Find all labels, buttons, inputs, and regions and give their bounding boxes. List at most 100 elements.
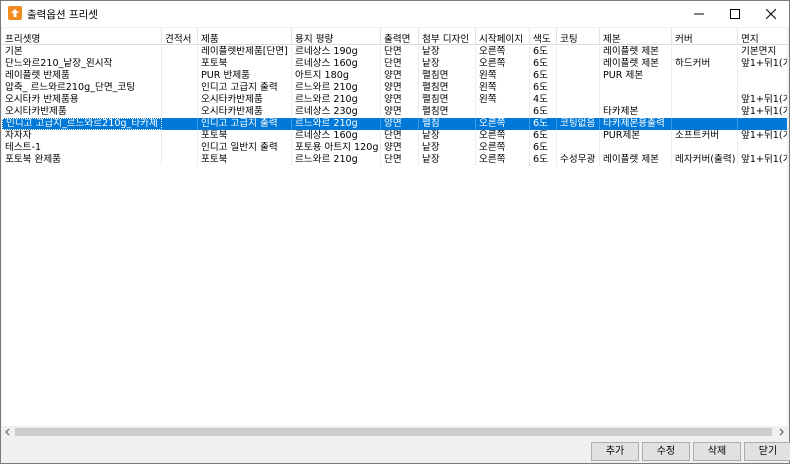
table-cell-endpaper[interactable]: 앞1+뒤1(기 xyxy=(738,94,787,106)
table-cell-coating[interactable] xyxy=(557,58,600,70)
title-bar[interactable]: 출력옵션 프리셋 xyxy=(1,1,789,27)
table-cell-product[interactable]: PUR 반제품 xyxy=(198,70,292,82)
table-cell-color[interactable]: 6도 xyxy=(530,70,557,82)
table-cell-endpaper[interactable]: 앞1+뒤1(기 xyxy=(738,106,787,118)
table-cell-cover[interactable] xyxy=(672,46,738,58)
table-cell-print-side[interactable]: 양면 xyxy=(381,106,419,118)
table-cell-color[interactable]: 6도 xyxy=(530,154,557,166)
table-cell-start-page[interactable]: 왼쪽 xyxy=(476,94,530,106)
table-cell-binding[interactable] xyxy=(600,142,672,154)
table-cell-product[interactable]: 인디고 일반지 출력 xyxy=(198,142,292,154)
edit-button[interactable]: 수정 xyxy=(642,442,690,461)
table-cell-paper-weight[interactable]: 르네상스 190g xyxy=(292,46,381,58)
table-cell-quote[interactable] xyxy=(162,94,198,106)
column-header-print-side[interactable]: 출력면 xyxy=(381,28,419,45)
table-cell-print-side[interactable]: 단면 xyxy=(381,154,419,166)
table-cell-color[interactable]: 4도 xyxy=(530,94,557,106)
table-cell-product[interactable]: 오시타카반제품 xyxy=(198,106,292,118)
table-cell-cover[interactable] xyxy=(672,106,738,118)
table-cell-preset-name[interactable]: 단느와르210_낱장_왼시작 xyxy=(2,58,162,70)
table-cell-attach-design[interactable]: 펼침면 xyxy=(419,106,476,118)
table-cell-binding[interactable] xyxy=(600,82,672,94)
table-cell-paper-weight[interactable]: 르네상스 160g xyxy=(292,130,381,142)
table-cell-quote[interactable] xyxy=(162,46,198,58)
table-cell-coating[interactable] xyxy=(557,94,600,106)
minimize-button[interactable] xyxy=(681,1,717,27)
table-row[interactable]: 오시타카 반제품용 오시타카반제품 르느와르 210g 양면 펼침면 왼쪽 4도 앞1+뒤1(… xyxy=(2,94,787,106)
table-cell-paper-weight[interactable]: 르네상스 230g xyxy=(292,106,381,118)
table-cell-binding[interactable]: 타카제본용출력 xyxy=(600,118,672,130)
table-cell-binding[interactable]: 타카제본 xyxy=(600,106,672,118)
table-cell-cover[interactable] xyxy=(672,82,738,94)
table-cell-coating[interactable] xyxy=(557,46,600,58)
table-cell-paper-weight[interactable]: 르느와르 210g xyxy=(292,118,381,130)
close-window-button[interactable] xyxy=(753,1,789,27)
table-cell-coating[interactable]: 코팅없음 xyxy=(557,118,600,130)
table-cell-start-page[interactable] xyxy=(476,106,530,118)
table-row[interactable]: 레이플렛 반제품 PUR 반제품 아트지 180g 양면 펼침면 왼쪽 6도 PUR 제본 xyxy=(2,70,787,82)
table-row[interactable]: 자자자 포토북 르네상스 160g 단면 낱장 오른쪽 6도 PUR제본 소프트커버 앞1+뒤1(… xyxy=(2,130,787,142)
table-cell-quote[interactable] xyxy=(162,106,198,118)
table-cell-start-page[interactable]: 왼쪽 xyxy=(476,82,530,94)
add-button[interactable]: 추가 xyxy=(591,442,639,461)
column-header-preset-name[interactable]: 프리셋명 xyxy=(2,28,162,45)
table-row[interactable]: 포토북 완제품 포토북 르느와르 210g 단면 낱장 오른쪽 6도 수성무광 레이플렛 제본 레… xyxy=(2,154,787,166)
close-button[interactable]: 닫기 xyxy=(744,442,790,461)
table-cell-preset-name[interactable]: 기본 xyxy=(2,46,162,58)
table-cell-print-side[interactable]: 양면 xyxy=(381,118,419,130)
table-cell-print-side[interactable]: 단면 xyxy=(381,58,419,70)
table-cell-endpaper[interactable] xyxy=(738,70,787,82)
table-cell-attach-design[interactable]: 펼침면 xyxy=(419,82,476,94)
table-cell-coating[interactable]: 수성무광 xyxy=(557,154,600,166)
table-cell-product[interactable]: 오시타카반제품 xyxy=(198,94,292,106)
table-cell-paper-weight[interactable]: 아트지 180g xyxy=(292,70,381,82)
table-cell-start-page[interactable]: 오른쪽 xyxy=(476,154,530,166)
table-cell-endpaper[interactable] xyxy=(738,142,787,154)
table-cell-attach-design[interactable]: 펼침면 xyxy=(419,70,476,82)
table-cell-quote[interactable] xyxy=(162,58,198,70)
table-cell-print-side[interactable]: 양면 xyxy=(381,142,419,154)
table-cell-quote[interactable] xyxy=(162,82,198,94)
table-cell-cover[interactable] xyxy=(672,142,738,154)
table-cell-coating[interactable] xyxy=(557,106,600,118)
table-cell-product[interactable]: 인디고 고급지 출력 xyxy=(198,82,292,94)
column-header-paper-weight[interactable]: 용지 평량 xyxy=(292,28,381,45)
table-cell-quote[interactable] xyxy=(162,154,198,166)
table-cell-attach-design[interactable]: 낱장 xyxy=(419,142,476,154)
table-cell-color[interactable]: 6도 xyxy=(530,58,557,70)
table-cell-cover[interactable] xyxy=(672,70,738,82)
table-cell-endpaper[interactable]: 앞1+뒤1(기 xyxy=(738,58,787,70)
table-cell-attach-design[interactable]: 펼침 xyxy=(419,118,476,130)
table-cell-start-page[interactable]: 오른쪽 xyxy=(476,58,530,70)
scroll-right-arrow-icon[interactable] xyxy=(775,426,787,438)
table-cell-binding[interactable] xyxy=(600,94,672,106)
table-cell-paper-weight[interactable]: 르느와르 210g xyxy=(292,154,381,166)
column-header-coating[interactable]: 코팅 xyxy=(557,28,600,45)
table-cell-start-page[interactable]: 왼쪽 xyxy=(476,70,530,82)
table-cell-attach-design[interactable]: 낱장 xyxy=(419,46,476,58)
table-cell-binding[interactable]: PUR제본 xyxy=(600,130,672,142)
table-cell-color[interactable]: 6도 xyxy=(530,142,557,154)
table-cell-preset-name[interactable]: 오시타카 반제품용 xyxy=(2,94,162,106)
scroll-left-arrow-icon[interactable] xyxy=(2,426,14,438)
table-cell-paper-weight[interactable]: 르느와르 210g xyxy=(292,94,381,106)
table-cell-quote[interactable] xyxy=(162,130,198,142)
table-cell-preset-name[interactable]: 포토북 완제품 xyxy=(2,154,162,166)
table-cell-print-side[interactable]: 단면 xyxy=(381,130,419,142)
table-cell-color[interactable]: 6도 xyxy=(530,130,557,142)
table-cell-quote[interactable] xyxy=(162,142,198,154)
table-row[interactable]: 기본 레이플렛반제품[단면] 르네상스 190g 단면 낱장 오른쪽 6도 레이플렛 제본 기본… xyxy=(2,46,787,58)
table-cell-cover[interactable] xyxy=(672,118,738,130)
delete-button[interactable]: 삭제 xyxy=(693,442,741,461)
column-header-quote[interactable]: 견적서 xyxy=(162,28,198,45)
table-cell-preset-name[interactable]: 자자자 xyxy=(2,130,162,142)
table-cell-preset-name[interactable]: 레이플렛 반제품 xyxy=(2,70,162,82)
table-cell-coating[interactable] xyxy=(557,130,600,142)
table-row[interactable]: 테스트-1 인디고 일반지 출력 포토용 아트지 120g 양면 낱장 오른쪽 6도 xyxy=(2,142,787,154)
table-cell-endpaper[interactable]: 앞1+뒤1(기 xyxy=(738,154,787,166)
table-cell-cover[interactable] xyxy=(672,94,738,106)
table-cell-cover[interactable]: 레자커버(출력) xyxy=(672,154,738,166)
table-cell-attach-design[interactable]: 낱장 xyxy=(419,154,476,166)
table-cell-start-page[interactable]: 오른쪽 xyxy=(476,46,530,58)
table-cell-paper-weight[interactable]: 포토용 아트지 120g xyxy=(292,142,381,154)
